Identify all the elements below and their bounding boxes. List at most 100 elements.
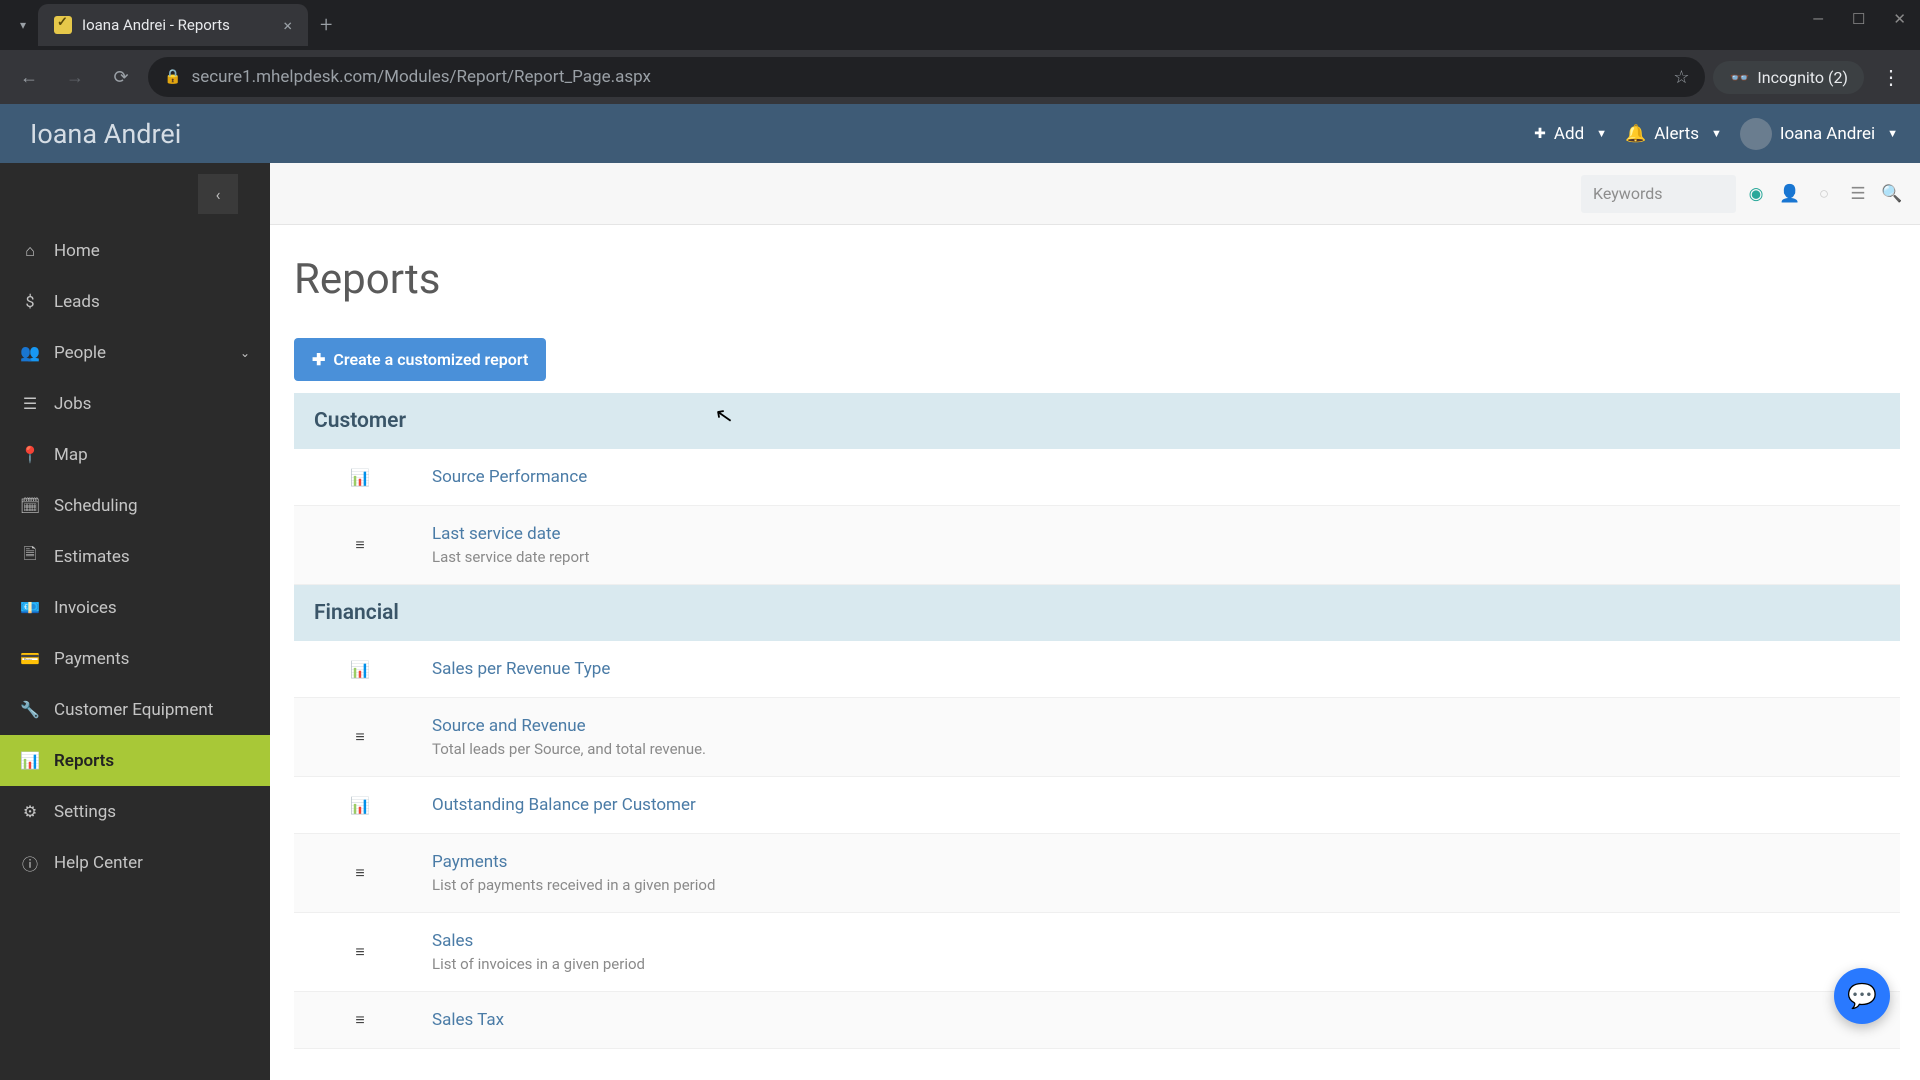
forward-button[interactable]: →: [56, 58, 94, 96]
sidebar-item-home[interactable]: ⌂ Home: [0, 225, 270, 276]
user-name: Ioana Andrei: [1780, 124, 1875, 144]
report-text: Source Performance: [432, 467, 587, 487]
alerts-label: Alerts: [1654, 124, 1699, 144]
search-input[interactable]: Keywords: [1581, 175, 1736, 213]
bookmark-icon[interactable]: ☆: [1673, 67, 1689, 88]
nav-label: Map: [54, 445, 88, 465]
nav-icon: $: [20, 292, 40, 311]
back-button[interactable]: ←: [10, 58, 48, 96]
chat-bubble-button[interactable]: 💬: [1834, 968, 1890, 1024]
browser-tab[interactable]: Ioana Andrei - Reports ×: [38, 4, 308, 46]
chevron-down-icon: ⌄: [240, 346, 250, 360]
report-link[interactable]: Outstanding Balance per Customer: [432, 795, 696, 815]
report-link[interactable]: Sales: [432, 931, 473, 951]
report-link[interactable]: Payments: [432, 852, 507, 872]
report-link[interactable]: Last service date: [432, 524, 561, 544]
sidebar-item-payments[interactable]: 💳 Payments: [0, 633, 270, 684]
report-row[interactable]: ≡Last service dateLast service date repo…: [294, 506, 1900, 585]
incognito-badge[interactable]: 👓 Incognito (2): [1713, 61, 1864, 94]
maximize-icon[interactable]: ☐: [1852, 10, 1865, 28]
sidebar-item-estimates[interactable]: 🗎Estimates: [0, 531, 270, 582]
sidebar-item-invoices[interactable]: 💶Invoices: [0, 582, 270, 633]
plus-icon: ✚: [312, 350, 325, 369]
chat-icon: 💬: [1847, 982, 1877, 1010]
sidebar-item-customer-equipment[interactable]: 🔧Customer Equipment: [0, 684, 270, 735]
report-link[interactable]: Sales per Revenue Type: [432, 659, 610, 679]
record-icon[interactable]: ◉: [1742, 175, 1770, 213]
report-row[interactable]: ≡PaymentsList of payments received in a …: [294, 834, 1900, 913]
report-row[interactable]: ≡SalesList of invoices in a given period: [294, 913, 1900, 992]
report-text: Sales Tax: [432, 1010, 504, 1030]
report-row[interactable]: 📊 Source Performance: [294, 449, 1900, 506]
sidebar-item-scheduling[interactable]: 🗓Scheduling: [0, 480, 270, 531]
new-tab-button[interactable]: +: [308, 13, 344, 38]
reload-button[interactable]: ⟳: [102, 58, 140, 96]
nav-icon: ⌂: [20, 241, 40, 261]
page-title: Reports: [294, 255, 1900, 304]
sidebar-item-map[interactable]: 📍Map: [0, 429, 270, 480]
minimize-icon[interactable]: —: [1812, 10, 1824, 28]
report-link[interactable]: Sales Tax: [432, 1010, 504, 1030]
report-desc: List of invoices in a given period: [432, 955, 645, 973]
chart-icon: 📊: [348, 660, 372, 679]
nav-label: Payments: [54, 649, 129, 669]
nav-icon: 💳: [20, 649, 40, 668]
search-icon[interactable]: 🔍: [1878, 175, 1906, 213]
report-text: Sales per Revenue Type: [432, 659, 610, 679]
sidebar-item-jobs[interactable]: ☰Jobs: [0, 378, 270, 429]
section-header: Financial: [294, 585, 1900, 641]
list-icon: ≡: [348, 727, 372, 747]
create-report-button[interactable]: ✚ Create a customized report: [294, 338, 546, 381]
app-layout: ‹ ⌂ Home $Leads👥People⌄☰Jobs📍Map🗓Schedulin…: [0, 163, 1920, 1080]
report-text: Sales List of invoices in a given period: [432, 931, 645, 973]
sidebar-item-reports[interactable]: 📊Reports: [0, 735, 270, 786]
report-row[interactable]: ≡Sales Tax: [294, 992, 1900, 1049]
report-text: Outstanding Balance per Customer: [432, 795, 696, 815]
nav-label: Home: [54, 241, 100, 261]
close-window-icon[interactable]: ✕: [1893, 10, 1906, 28]
list-view-icon[interactable]: ☰: [1844, 175, 1872, 213]
create-label: Create a customized report: [333, 350, 528, 369]
incognito-icon: 👓: [1729, 68, 1749, 87]
address-bar: ← → ⟳ 🔒 secure1.mhelpdesk.com/Modules/Re…: [0, 50, 1920, 104]
add-button[interactable]: ✚ Add ▼: [1534, 124, 1607, 144]
sidebar: ‹ ⌂ Home $Leads👥People⌄☰Jobs📍Map🗓Schedulin…: [0, 163, 270, 1080]
sidebar-item-settings[interactable]: ⚙Settings: [0, 786, 270, 837]
tab-bar: ▾ Ioana Andrei - Reports × +: [0, 0, 1920, 50]
chart-icon: 📊: [348, 468, 372, 487]
main: Keywords ◉ 👤 ○ ☰ 🔍 Reports ✚ Create a cu…: [270, 163, 1920, 1080]
tab-search-dropdown[interactable]: ▾: [8, 10, 38, 40]
site-info-icon[interactable]: 🔒: [164, 69, 181, 85]
sidebar-item-help-center[interactable]: ⓘHelp Center: [0, 837, 270, 888]
close-tab-icon[interactable]: ×: [283, 16, 292, 35]
chevron-down-icon: ▼: [1596, 127, 1607, 140]
toolbar: Keywords ◉ 👤 ○ ☰ 🔍: [270, 163, 1920, 225]
sidebar-collapse-button[interactable]: ‹: [198, 174, 238, 214]
report-link[interactable]: Source and Revenue: [432, 716, 586, 736]
add-label: Add: [1554, 124, 1584, 144]
report-row[interactable]: ≡ Source and Revenue Total leads per Sourc…: [294, 698, 1900, 777]
report-link[interactable]: Source Performance: [432, 467, 587, 487]
app-title: Ioana Andrei: [30, 118, 181, 150]
nav-icon: 🔧: [20, 700, 40, 719]
favicon-icon: [54, 16, 72, 34]
sidebar-collapse-row: ‹: [0, 163, 270, 225]
app-header: Ioana Andrei ✚ Add ▼ 🔔 Alerts ▼ Ioana An…: [0, 104, 1920, 163]
nav-label: Scheduling: [54, 496, 138, 516]
url-text: secure1.mhelpdesk.com/Modules/Report/Rep…: [191, 67, 651, 87]
report-desc: Total leads per Source, and total revenu…: [432, 740, 706, 758]
user-menu[interactable]: Ioana Andrei ▼: [1740, 118, 1898, 150]
url-field[interactable]: 🔒 secure1.mhelpdesk.com/Modules/Report/R…: [148, 57, 1705, 97]
tab-title: Ioana Andrei - Reports: [82, 16, 230, 34]
people-filter-icon[interactable]: 👤: [1776, 175, 1804, 213]
report-text: Source and Revenue Total leads per Source…: [432, 716, 706, 758]
sidebar-item-leads[interactable]: $Leads: [0, 276, 270, 327]
circle-icon[interactable]: ○: [1810, 175, 1838, 213]
report-row[interactable]: 📊Outstanding Balance per Customer: [294, 777, 1900, 834]
report-row[interactable]: 📊 Sales per Revenue Type: [294, 641, 1900, 698]
sidebar-item-people[interactable]: 👥People⌄: [0, 327, 270, 378]
browser-menu-icon[interactable]: ⋮: [1872, 58, 1910, 96]
header-right: ✚ Add ▼ 🔔 Alerts ▼ Ioana Andrei ▼: [1534, 118, 1898, 150]
alerts-button[interactable]: 🔔 Alerts ▼: [1625, 124, 1722, 144]
search-placeholder: Keywords: [1593, 184, 1663, 203]
